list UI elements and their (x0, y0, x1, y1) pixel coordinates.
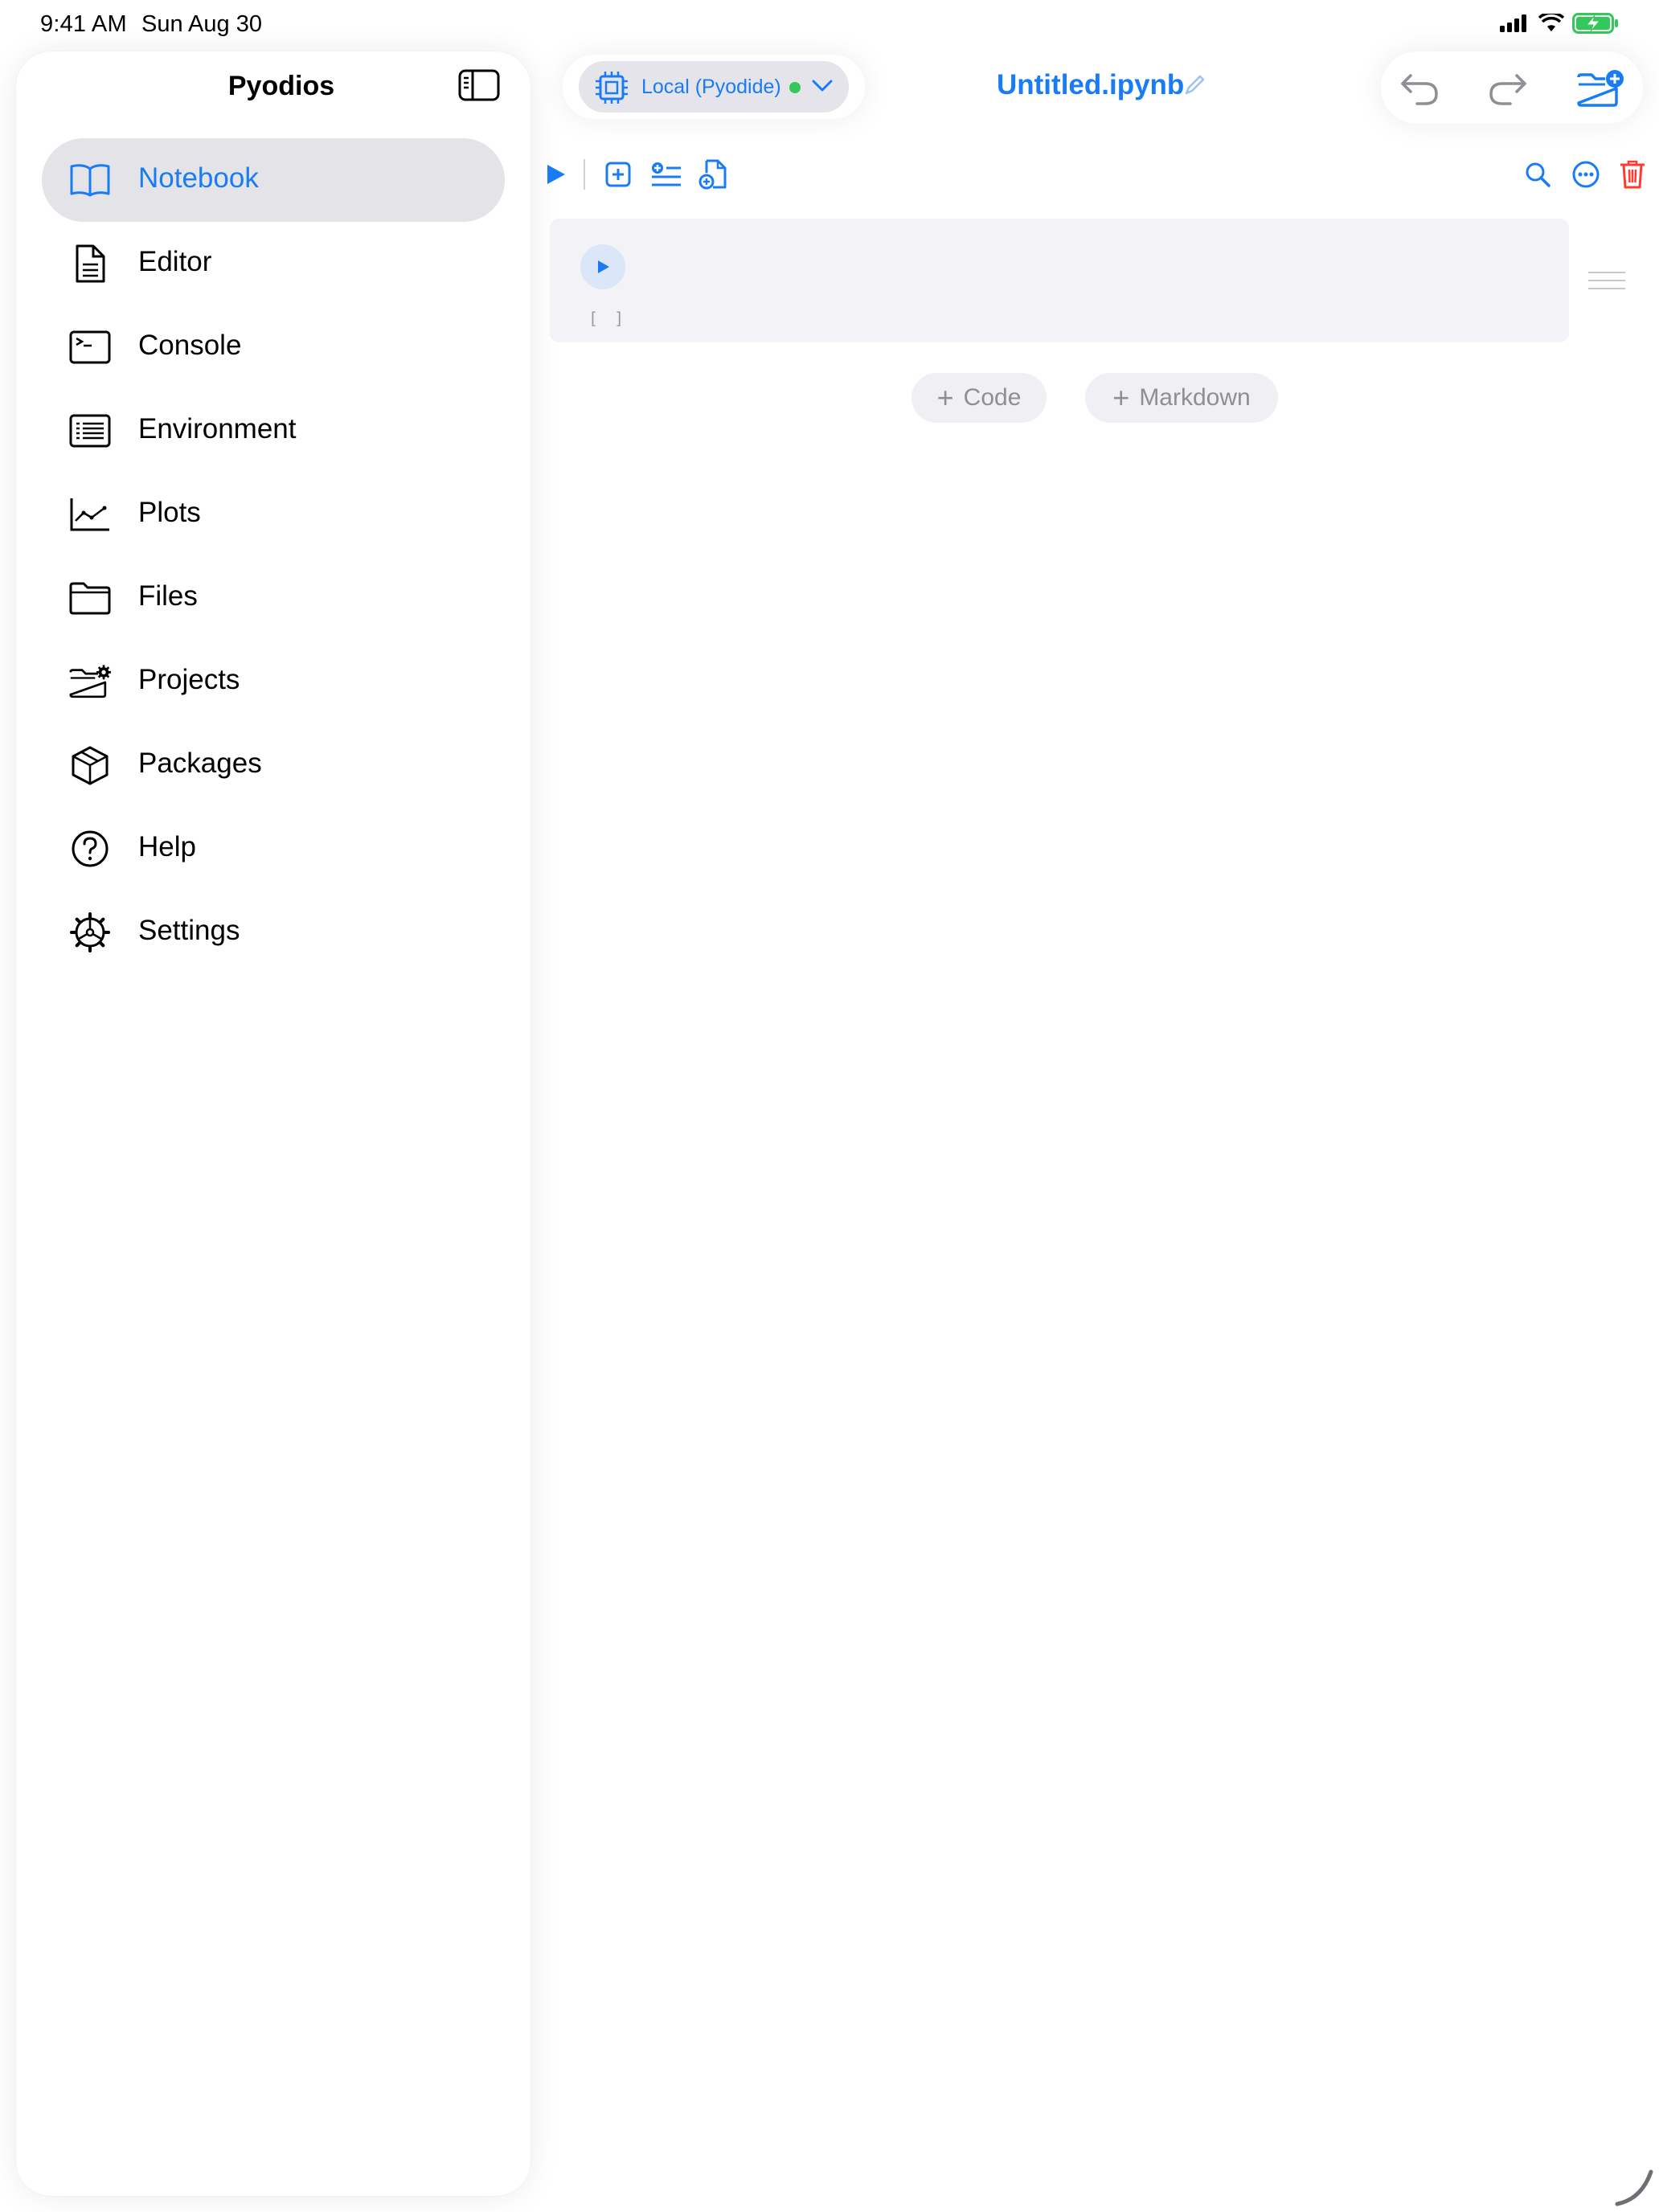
sidebar-item-label: Help (138, 831, 196, 862)
add-markdown-cell-button[interactable]: + Markdown (1085, 373, 1278, 423)
kernel-selector[interactable]: Local (Pyodide) (579, 61, 849, 113)
sidebar-item-environment[interactable]: Environment (42, 389, 505, 473)
more-button[interactable] (1569, 158, 1603, 191)
sidebar-item-projects[interactable]: Projects (42, 640, 505, 723)
pencil-icon[interactable] (1183, 74, 1206, 96)
undo-icon (1401, 74, 1438, 105)
play-icon (598, 260, 609, 273)
app-window: 9:41 AM Sun Aug 30 Pyodios Notebook Edit… (0, 0, 1659, 2212)
search-icon (1526, 162, 1550, 187)
sidebar-item-console[interactable]: Console (42, 305, 505, 389)
document-actions (1381, 51, 1643, 124)
sidebar-item-files[interactable]: Files (42, 556, 505, 640)
more-icon (1572, 161, 1600, 188)
toolbar-divider (584, 159, 585, 190)
redo-icon (1489, 74, 1526, 105)
folder-icon (69, 577, 111, 619)
delete-button[interactable] (1616, 158, 1649, 191)
plus-square-icon (605, 162, 631, 187)
sidebar-toggle-icon (458, 69, 500, 101)
kernel-label: Local (Pyodide) (641, 76, 781, 98)
sidebar-item-settings[interactable]: Settings (42, 891, 505, 974)
play-icon (547, 165, 565, 184)
list-icon (69, 410, 111, 452)
add-code-cell-button[interactable]: + Code (911, 373, 1047, 423)
add-cell-button[interactable] (601, 158, 635, 191)
add-markdown-label: Markdown (1139, 384, 1251, 411)
drag-handle-icon[interactable] (1588, 272, 1625, 296)
sidebar-item-label: Projects (138, 664, 240, 695)
sidebar-item-notebook[interactable]: Notebook (42, 138, 505, 222)
cellular-signal-icon (1500, 14, 1526, 32)
terminal-icon (69, 326, 111, 368)
search-button[interactable] (1521, 158, 1555, 191)
book-icon (69, 159, 111, 201)
sidebar-item-label: Notebook (138, 162, 259, 194)
box-icon (69, 744, 111, 786)
status-time: 9:41 AM (40, 11, 127, 37)
folder-plus-icon (1577, 70, 1624, 107)
document-title[interactable]: Untitled.ipynb (997, 69, 1184, 101)
sidebar-item-label: Console (138, 330, 242, 361)
new-folder-button[interactable] (1575, 68, 1627, 109)
run-all-button[interactable] (539, 158, 572, 191)
sidebar-item-label: Plots (138, 497, 201, 528)
run-cell-button[interactable] (580, 244, 625, 289)
sidebar-item-plots[interactable]: Plots (42, 473, 505, 556)
sidebar-item-label: Packages (138, 748, 262, 779)
plus-icon: + (1112, 381, 1130, 414)
cpu-icon (596, 72, 628, 104)
chart-icon (69, 494, 111, 535)
add-code-label: Code (963, 384, 1022, 411)
plus-icon: + (936, 381, 954, 414)
document-plus-icon (698, 159, 727, 190)
sidebar-nav: Notebook Editor Console Environment Plot… (42, 138, 505, 974)
sidebar-item-label: Environment (138, 413, 297, 444)
status-date: Sun Aug 30 (141, 11, 262, 37)
sidebar-item-help[interactable]: Help (42, 807, 505, 891)
list-add-icon (652, 162, 681, 186)
resize-corner-icon[interactable] (1614, 2167, 1654, 2207)
undo-button[interactable] (1397, 68, 1442, 109)
sidebar-toggle-button[interactable] (458, 69, 500, 104)
document-icon (69, 243, 111, 285)
status-icons (1500, 13, 1619, 34)
question-icon (69, 828, 111, 870)
wifi-icon (1538, 14, 1564, 31)
execution-count: [ ] (588, 309, 628, 328)
folder-gear-icon (69, 661, 111, 703)
sidebar-item-label: Settings (138, 915, 240, 946)
chevron-down-icon (812, 80, 833, 92)
kernel-status-dot (789, 82, 801, 93)
status-bar: 9:41 AM Sun Aug 30 (0, 0, 1659, 50)
sidebar-item-editor[interactable]: Editor (42, 222, 505, 305)
gear-icon (69, 911, 111, 953)
sidebar-item-packages[interactable]: Packages (42, 723, 505, 807)
code-cell[interactable]: [ ] (550, 219, 1569, 342)
new-file-button[interactable] (696, 158, 730, 191)
redo-button[interactable] (1485, 68, 1530, 109)
insert-list-button[interactable] (649, 158, 683, 191)
sidebar-item-label: Files (138, 580, 198, 612)
trash-icon (1620, 160, 1645, 189)
sidebar-item-label: Editor (138, 246, 212, 277)
sidebar: Pyodios Notebook Editor Console Environm… (16, 51, 530, 2196)
battery-charging-icon (1572, 13, 1618, 34)
